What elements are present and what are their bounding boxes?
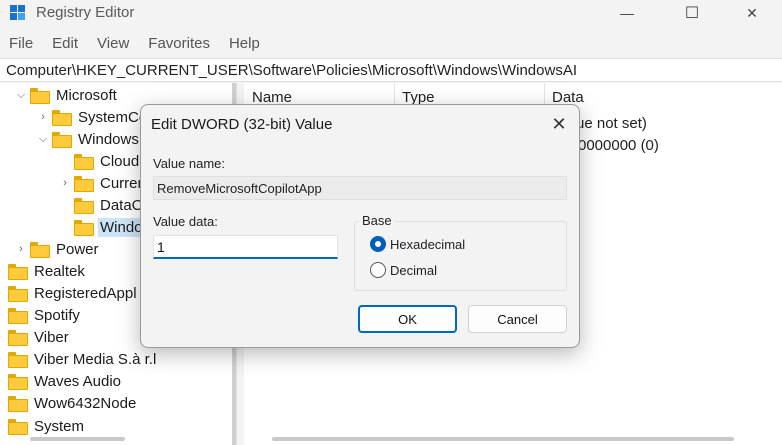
chevron-right-icon[interactable]: › bbox=[58, 176, 72, 190]
folder-icon bbox=[52, 132, 72, 148]
tree-item-label: Spotify bbox=[34, 306, 80, 324]
tree-item-label: Wow6432Node bbox=[34, 394, 137, 412]
column-header-data[interactable]: Data bbox=[544, 83, 782, 111]
tree-item-windowsai[interactable]: Windo bbox=[58, 216, 145, 238]
tree-item-viber-media[interactable]: › Viber Media S.à r.l bbox=[0, 348, 158, 370]
folder-icon bbox=[74, 176, 94, 192]
folder-icon bbox=[30, 88, 50, 104]
tree-item-label: Viber bbox=[34, 328, 69, 346]
tree-item-power[interactable]: › Power bbox=[14, 238, 101, 260]
chevron-right-icon[interactable]: › bbox=[0, 352, 6, 366]
ok-button[interactable]: OK bbox=[358, 305, 457, 333]
tree-horizontal-scrollbar[interactable] bbox=[30, 437, 125, 441]
tree-item-system[interactable]: › System bbox=[0, 415, 86, 437]
chevron-right-icon[interactable]: › bbox=[0, 396, 6, 410]
chevron-right-icon[interactable]: › bbox=[0, 419, 6, 433]
folder-icon bbox=[8, 396, 28, 412]
value-data-cell[interactable]: 0000000 (0) bbox=[578, 137, 659, 154]
chevron-right-icon[interactable]: › bbox=[14, 242, 28, 256]
tree-item-label: Windo bbox=[98, 217, 145, 237]
chevron-down-icon[interactable]: ⌵ bbox=[14, 88, 28, 102]
folder-icon bbox=[8, 264, 28, 280]
tree-item-cloudc[interactable]: CloudC bbox=[58, 150, 152, 172]
dialog-title: Edit DWORD (32-bit) Value bbox=[151, 116, 333, 133]
folder-icon bbox=[74, 198, 94, 214]
folder-icon bbox=[74, 220, 94, 236]
radio-decimal-label: Decimal bbox=[390, 262, 437, 278]
menu-help[interactable]: Help bbox=[220, 32, 270, 56]
tree-item-label: Realtek bbox=[34, 262, 85, 280]
folder-icon bbox=[8, 374, 28, 390]
cancel-button[interactable]: Cancel bbox=[468, 305, 567, 333]
radio-hexadecimal-label: Hexadecimal bbox=[390, 236, 466, 252]
folder-icon bbox=[8, 308, 28, 324]
address-bar[interactable]: Computer\HKEY_CURRENT_USER\Software\Poli… bbox=[0, 58, 782, 82]
tree-item-dataco[interactable]: DataCo bbox=[58, 194, 153, 216]
radio-decimal[interactable]: Decimal bbox=[370, 262, 437, 278]
tree-item-label: Viber Media S.à r.l bbox=[34, 350, 157, 368]
radio-hexadecimal[interactable]: Hexadecimal bbox=[370, 236, 465, 252]
folder-icon bbox=[52, 110, 72, 126]
tree-item-label: Windows bbox=[78, 130, 139, 148]
tree-item-microsoft[interactable]: ⌵ Microsoft bbox=[14, 84, 119, 106]
base-group bbox=[354, 221, 567, 291]
chevron-right-icon[interactable]: › bbox=[36, 110, 50, 124]
chevron-right-icon[interactable]: › bbox=[0, 308, 6, 322]
radio-checked-icon[interactable] bbox=[370, 236, 386, 252]
list-horizontal-scrollbar[interactable] bbox=[272, 437, 734, 441]
menu-edit[interactable]: Edit bbox=[43, 32, 88, 56]
tree-item-label: Power bbox=[56, 240, 99, 258]
folder-icon bbox=[8, 286, 28, 302]
tree-item-label: Microsoft bbox=[56, 86, 117, 104]
menu-bar: File Edit View Favorites Help bbox=[0, 32, 270, 56]
tree-item-label: System bbox=[34, 417, 85, 435]
value-data-label: Value data: bbox=[153, 214, 218, 229]
title-bar: Registry Editor — ☐ ✕ bbox=[0, 0, 782, 26]
tree-item-spotify[interactable]: › Spotify bbox=[0, 304, 82, 326]
edit-dword-dialog: Edit DWORD (32-bit) Value ✕ Value name: … bbox=[140, 104, 580, 348]
tree-item-waves-audio[interactable]: › Waves Audio bbox=[0, 370, 123, 392]
value-name-field[interactable]: RemoveMicrosoftCopilotApp bbox=[153, 176, 567, 200]
chevron-right-icon[interactable]: › bbox=[0, 330, 6, 344]
tree-item-viber[interactable]: › Viber bbox=[0, 326, 71, 348]
tree-item-registeredappl[interactable]: › RegisteredAppl bbox=[0, 282, 139, 304]
folder-icon bbox=[74, 154, 94, 170]
tree-item-label: SystemCe bbox=[78, 108, 148, 126]
value-name-label: Value name: bbox=[153, 156, 226, 171]
dialog-close-button[interactable]: ✕ bbox=[545, 111, 573, 137]
folder-icon bbox=[8, 352, 28, 368]
tree-item-curren[interactable]: › Curren bbox=[58, 172, 148, 194]
tree-item-realtek[interactable]: › Realtek bbox=[0, 260, 87, 282]
tree-item-wow6432node[interactable]: › Wow6432Node bbox=[0, 392, 138, 414]
radio-unchecked-icon[interactable] bbox=[370, 262, 386, 278]
tree-item-systemce[interactable]: › SystemCe bbox=[36, 106, 149, 128]
close-button[interactable]: ✕ bbox=[730, 0, 774, 26]
tree-item-windows[interactable]: ⌵ Windows bbox=[36, 128, 141, 150]
registry-editor-icon bbox=[10, 5, 26, 21]
value-data-input[interactable] bbox=[153, 235, 338, 259]
chevron-down-icon[interactable]: ⌵ bbox=[36, 132, 50, 146]
maximize-button[interactable]: ☐ bbox=[670, 0, 714, 26]
tree-item-label: Waves Audio bbox=[34, 372, 121, 390]
chevron-right-icon[interactable]: › bbox=[0, 286, 6, 300]
chevron-right-icon[interactable]: › bbox=[0, 374, 6, 388]
address-path: Computer\HKEY_CURRENT_USER\Software\Poli… bbox=[6, 62, 577, 79]
menu-favorites[interactable]: Favorites bbox=[139, 32, 220, 56]
folder-icon bbox=[8, 330, 28, 346]
menu-file[interactable]: File bbox=[0, 32, 43, 56]
folder-icon bbox=[30, 242, 50, 258]
chevron-right-icon[interactable]: › bbox=[0, 264, 6, 278]
menu-view[interactable]: View bbox=[88, 32, 139, 56]
value-data-cell[interactable]: ue not set) bbox=[576, 115, 647, 132]
base-label: Base bbox=[359, 213, 395, 228]
folder-icon bbox=[8, 419, 28, 435]
minimize-button[interactable]: — bbox=[605, 0, 649, 26]
window-title: Registry Editor bbox=[36, 4, 135, 21]
tree-item-label: RegisteredAppl bbox=[34, 284, 137, 302]
